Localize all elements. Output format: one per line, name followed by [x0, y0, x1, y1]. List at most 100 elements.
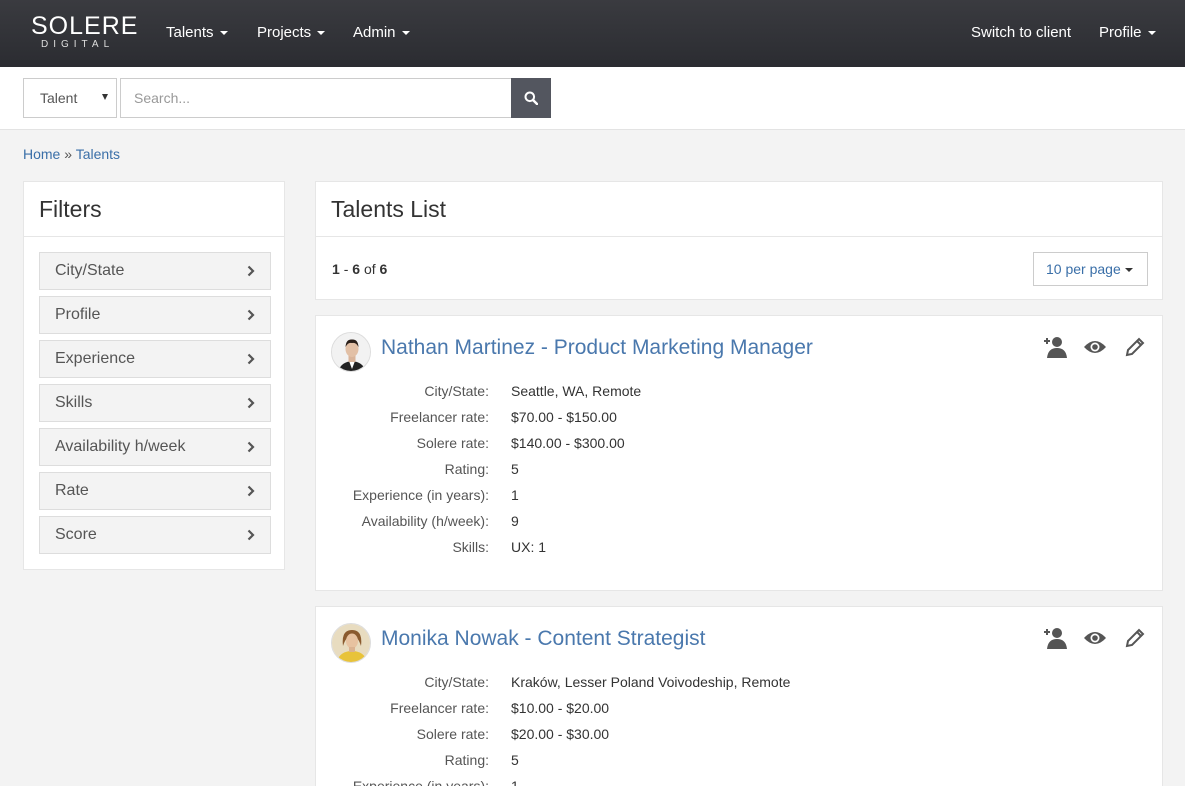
filter-label: Profile: [55, 306, 101, 323]
chevron-right-icon: [247, 441, 255, 453]
talents-list-header: Talents List 1 - 6 of 6 10 per page: [315, 181, 1163, 300]
divider: [24, 236, 284, 237]
filter-label: Availability h/week: [55, 438, 186, 455]
field-value-solere-rate: $140.00 - $300.00: [511, 435, 625, 451]
nav-profile-label: Profile: [1099, 24, 1142, 41]
field-label-solere-rate: Solere rate:: [416, 435, 489, 451]
field-label-rating: Rating:: [444, 461, 489, 477]
breadcrumb-separator: »: [64, 146, 73, 162]
filters-title: Filters: [39, 196, 102, 222]
range-of: of: [363, 261, 376, 277]
search-placeholder: Search...: [134, 90, 191, 106]
add-to-project-button[interactable]: [1042, 334, 1068, 360]
result-count: 1 - 6 of 6: [332, 261, 387, 277]
filter-score[interactable]: Score: [39, 516, 271, 554]
field-label-city: City/State:: [424, 674, 489, 690]
eye-icon: [1084, 632, 1106, 644]
field-label-freelancer-rate: Freelancer rate:: [390, 409, 489, 425]
avatar: [331, 332, 371, 372]
nav-admin-label: Admin: [353, 24, 396, 41]
add-to-project-button[interactable]: [1042, 625, 1068, 651]
filter-label: City/State: [55, 262, 125, 279]
caret-down-icon: [1124, 268, 1133, 273]
nav-talents-label: Talents: [166, 24, 214, 41]
caret-down-icon: [401, 31, 410, 36]
field-label-skills: Skills:: [452, 539, 489, 555]
eye-icon: [1084, 341, 1106, 353]
edit-button[interactable]: [1122, 334, 1148, 360]
search-button[interactable]: [511, 78, 551, 118]
field-label-freelancer-rate: Freelancer rate:: [390, 700, 489, 716]
brand-sub: DIGITAL: [41, 39, 115, 50]
pencil-icon: [1125, 337, 1145, 357]
talent-name-link[interactable]: Monika Nowak - Content Strategist: [381, 627, 705, 651]
talent-card: Nathan Martinez - Product Marketing Mana…: [315, 315, 1163, 591]
talent-actions: [1042, 334, 1148, 360]
view-button[interactable]: [1082, 625, 1108, 651]
chevron-right-icon: [247, 353, 255, 365]
brand-logo[interactable]: SOLERE DIGITAL: [31, 12, 139, 51]
field-label-solere-rate: Solere rate:: [416, 726, 489, 742]
chevron-right-icon: [247, 265, 255, 277]
field-label-rating: Rating:: [444, 752, 489, 768]
search-input[interactable]: Search...: [120, 78, 512, 118]
add-user-icon: [1044, 628, 1067, 649]
filter-label: Rate: [55, 482, 89, 499]
field-value-availability: 9: [511, 513, 519, 529]
field-label-experience: Experience (in years):: [352, 778, 489, 786]
edit-button[interactable]: [1122, 625, 1148, 651]
filter-label: Score: [55, 526, 97, 543]
divider: [316, 236, 1162, 237]
dropdown-arrow-icon: [102, 94, 108, 100]
nav-talents-dropdown[interactable]: Talents: [166, 24, 228, 41]
pencil-icon: [1125, 628, 1145, 648]
nav-admin-dropdown[interactable]: Admin: [353, 24, 410, 41]
avatar-image: [332, 333, 370, 371]
breadcrumb: Home » Talents: [23, 146, 120, 162]
caret-down-icon: [317, 31, 326, 36]
field-label-city: City/State:: [424, 383, 489, 399]
brand-name: SOLERE: [31, 12, 139, 40]
filter-availability[interactable]: Availability h/week: [39, 428, 271, 466]
nav-profile-dropdown[interactable]: Profile: [1099, 24, 1156, 41]
nav-projects-label: Projects: [257, 24, 312, 41]
chevron-right-icon: [247, 397, 255, 409]
add-user-icon: [1044, 337, 1067, 358]
field-value-freelancer-rate: $70.00 - $150.00: [511, 409, 617, 425]
filter-city-state[interactable]: City/State: [39, 252, 271, 290]
avatar-image: [332, 624, 370, 662]
chevron-right-icon: [247, 529, 255, 541]
range-start: 1: [332, 261, 340, 277]
field-value-skills: UX: 1: [511, 539, 547, 555]
filter-skills[interactable]: Skills: [39, 384, 271, 422]
caret-down-icon: [1147, 31, 1156, 36]
field-value-rating: 5: [511, 752, 519, 768]
filter-profile[interactable]: Profile: [39, 296, 271, 334]
talent-name-link[interactable]: Nathan Martinez - Product Marketing Mana…: [381, 336, 813, 360]
filters-panel: Filters City/State Profile Experience Sk…: [23, 181, 285, 570]
field-value-experience: 1: [511, 487, 519, 503]
talents-list-title: Talents List: [331, 196, 447, 222]
nav-projects-dropdown[interactable]: Projects: [257, 24, 326, 41]
chevron-right-icon: [247, 485, 255, 497]
per-page-label: 10 per page: [1046, 261, 1121, 277]
filter-rate[interactable]: Rate: [39, 472, 271, 510]
filter-label: Experience: [55, 350, 136, 367]
search-icon: [524, 91, 538, 105]
per-page-dropdown[interactable]: 10 per page: [1033, 252, 1148, 286]
filter-experience[interactable]: Experience: [39, 340, 271, 378]
field-label-experience: Experience (in years):: [352, 487, 489, 503]
range-total: 6: [379, 261, 388, 277]
field-value-city: Kraków, Lesser Poland Voivodeship, Remot…: [511, 674, 791, 690]
field-value-experience: 1: [511, 778, 519, 786]
field-label-availability: Availability (h/week):: [361, 513, 489, 529]
search-type-select[interactable]: Talent: [23, 78, 117, 118]
search-type-value: Talent: [40, 90, 78, 106]
avatar: [331, 623, 371, 663]
breadcrumb-talents[interactable]: Talents: [76, 146, 120, 162]
chevron-right-icon: [247, 309, 255, 321]
field-value-rating: 5: [511, 461, 519, 477]
breadcrumb-home[interactable]: Home: [23, 146, 60, 162]
switch-to-client-link[interactable]: Switch to client: [971, 24, 1071, 41]
view-button[interactable]: [1082, 334, 1108, 360]
